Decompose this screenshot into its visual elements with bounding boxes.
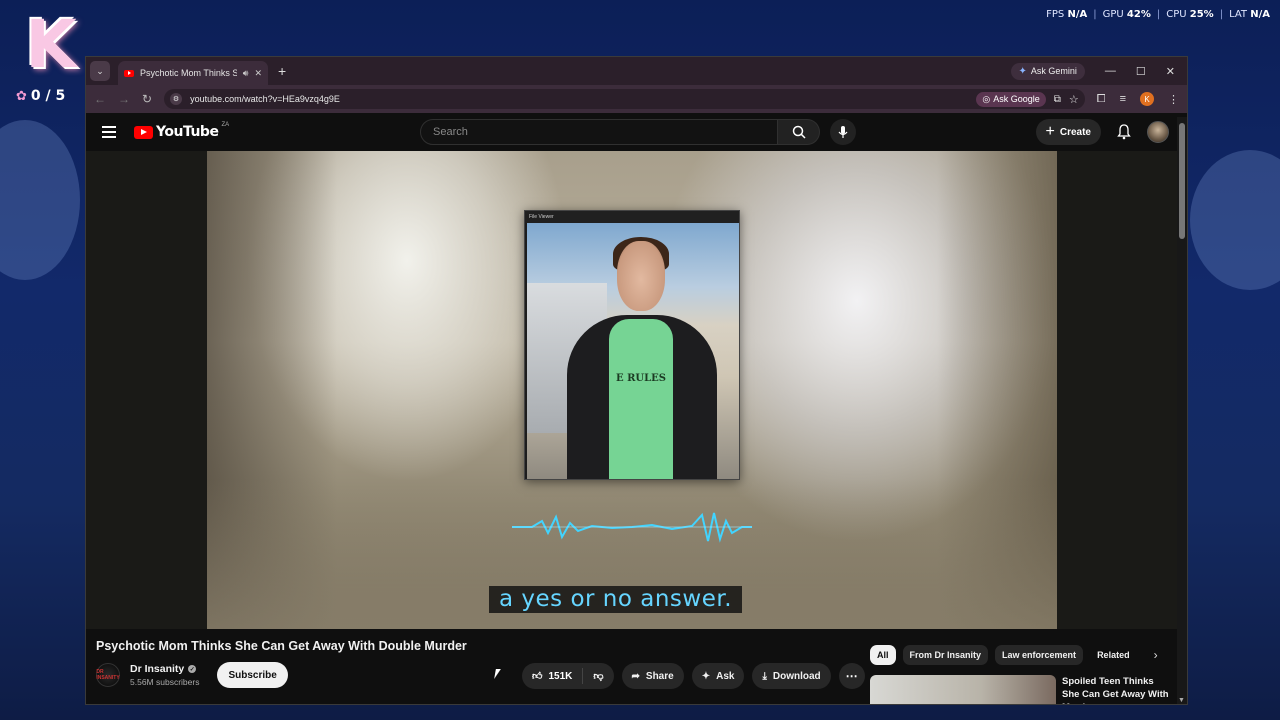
audio-waveform-icon [512,512,752,543]
file-viewer-window: File Viewer E RULES [524,210,740,480]
download-icon: ⤓ [762,670,767,682]
new-tab-button[interactable]: + [278,63,286,79]
speaker-icon[interactable]: 🔊︎ [243,68,249,79]
share-arrow-icon: ➦ [631,670,640,682]
minimize-icon[interactable]: — [1105,65,1116,77]
reload-icon[interactable]: ↻ [142,92,152,106]
ask-gemini-button[interactable]: ✦ Ask Gemini [1010,62,1085,80]
thumbs-down-icon: 👎︎ [593,671,604,682]
create-button[interactable]: + Create [1035,119,1101,145]
user-avatar[interactable] [1147,121,1169,143]
file-viewer-title: File Viewer [525,211,739,223]
extensions-icon[interactable]: ⧠ [1097,93,1106,106]
channel-avatar[interactable]: DR INSANITY [96,663,120,687]
thumbs-up-icon: 👍︎ [532,671,543,682]
address-bar: ← → ↻ ⚙ youtube.com/watch?v=HEa9vzq4g9E … [86,85,1187,113]
close-window-icon[interactable]: ✕ [1166,65,1175,78]
subscribe-button[interactable]: Subscribe [217,662,288,688]
like-button[interactable]: 👍︎ 151K [522,663,582,689]
site-info-icon[interactable]: ⚙ [170,93,183,105]
performance-stats: FPS N/A | GPU 42% | CPU 25% | LAT N/A [1046,9,1270,20]
overlay-counter: ✿ 0 / 5 [16,88,65,104]
url-text: youtube.com/watch?v=HEa9vzq4g9E [190,94,340,104]
notifications-bell-icon[interactable] [1117,124,1131,140]
sparkle-icon: ✦ [701,670,711,682]
voice-search-button[interactable] [830,119,856,145]
tab-search-button[interactable]: ⌄ [90,61,110,81]
chip-from-channel[interactable]: From Dr Insanity [902,645,989,665]
chevron-right-icon[interactable]: › [1154,648,1158,662]
background-cloud [0,120,80,280]
dislike-button[interactable]: 👎︎ [583,663,613,689]
browser-window: ⌄ Psychotic Mom Thinks She 🔊︎ ✕ + ✦ Ask … [85,56,1188,705]
menu-icon[interactable] [102,126,116,138]
subscriber-count: 5.56M subscribers [130,677,200,687]
chip-law-enforcement[interactable]: Law enforcement [995,645,1084,665]
video-frame[interactable]: File Viewer E RULES a yes or no answer. [207,151,1057,629]
url-field[interactable]: ⚙ youtube.com/watch?v=HEa9vzq4g9E ◎ Ask … [164,89,1085,109]
shirt-text: E RULES [615,373,666,384]
chrome-menu-icon[interactable]: ⋮ [1168,93,1179,106]
background-cloud [1190,150,1280,290]
search-button[interactable] [778,119,820,145]
recommendation-chips: All From Dr Insanity Law enforcement Rel… [870,645,1158,665]
profile-avatar[interactable]: K [1140,92,1154,106]
back-icon[interactable]: ← [94,92,106,106]
verified-check-icon: ✓ [188,665,197,673]
video-caption: a yes or no answer. [489,586,743,613]
chip-all[interactable]: All [870,645,896,665]
recommended-video[interactable]: Spoiled Teen Thinks She Can Get Away Wit… [870,675,1172,704]
plus-icon: + [1045,123,1055,140]
scroll-down-icon[interactable]: ▼ [1178,697,1185,704]
stat-fps: FPS N/A [1046,9,1088,20]
gemini-sparkle-icon: ✦ [1018,65,1027,77]
tab-bar: ⌄ Psychotic Mom Thinks She 🔊︎ ✕ + ✦ Ask … [86,57,1187,85]
maximize-icon[interactable]: ☐ [1136,65,1146,78]
share-button[interactable]: ➦ Share [621,663,684,689]
forward-icon[interactable]: → [118,92,130,106]
video-title: Psychotic Mom Thinks She Can Get Away Wi… [96,639,467,653]
ask-button[interactable]: ✦ Ask [691,663,745,689]
counter-value: 0 / 5 [30,88,66,104]
youtube-logo[interactable]: YouTube ZA [134,122,230,140]
scrollbar-thumb[interactable] [1179,123,1185,239]
tab-title: Psychotic Mom Thinks She [140,68,237,78]
chip-related[interactable]: Related [1090,645,1137,665]
microphone-icon [838,126,848,138]
youtube-favicon-icon [124,69,134,77]
more-actions-icon[interactable]: ⋯ [838,663,865,689]
page-scrollbar[interactable]: ▼ [1177,117,1187,704]
region-code: ZA [221,122,230,128]
bookmark-star-icon[interactable]: ☆ [1069,93,1079,106]
lens-icon: ◎ [982,93,991,104]
flower-icon: ✿ [16,88,27,104]
search-input[interactable]: Search [420,119,778,145]
bodycam-photo: E RULES [527,223,739,479]
video-player[interactable]: File Viewer E RULES a yes or no answer. [86,151,1179,629]
mouse-cursor-icon [494,669,501,679]
youtube-play-icon [134,125,153,139]
close-tab-icon[interactable]: ✕ [254,68,262,79]
recommended-thumbnail[interactable] [870,675,1056,704]
video-metadata: Psychotic Mom Thinks She Can Get Away Wi… [86,629,1179,704]
stat-lat: LAT N/A [1229,9,1270,20]
channel-name[interactable]: Dr Insanity ✓ [130,663,199,675]
download-button[interactable]: ⤓ Download [752,663,831,689]
ask-google-button[interactable]: ◎ Ask Google [976,91,1046,107]
overlay-logo: K [25,6,77,83]
stat-gpu: GPU 42% [1102,9,1151,20]
stat-cpu: CPU 25% [1166,9,1214,20]
youtube-header: YouTube ZA Search + Create [86,113,1187,151]
recommended-title[interactable]: Spoiled Teen Thinks She Can Get Away Wit… [1062,675,1172,704]
search-icon [792,125,806,139]
tab-youtube[interactable]: Psychotic Mom Thinks She 🔊︎ ✕ [118,61,268,85]
install-app-icon[interactable]: ⧉ [1054,94,1061,105]
media-control-icon[interactable]: ≡ [1120,93,1126,105]
